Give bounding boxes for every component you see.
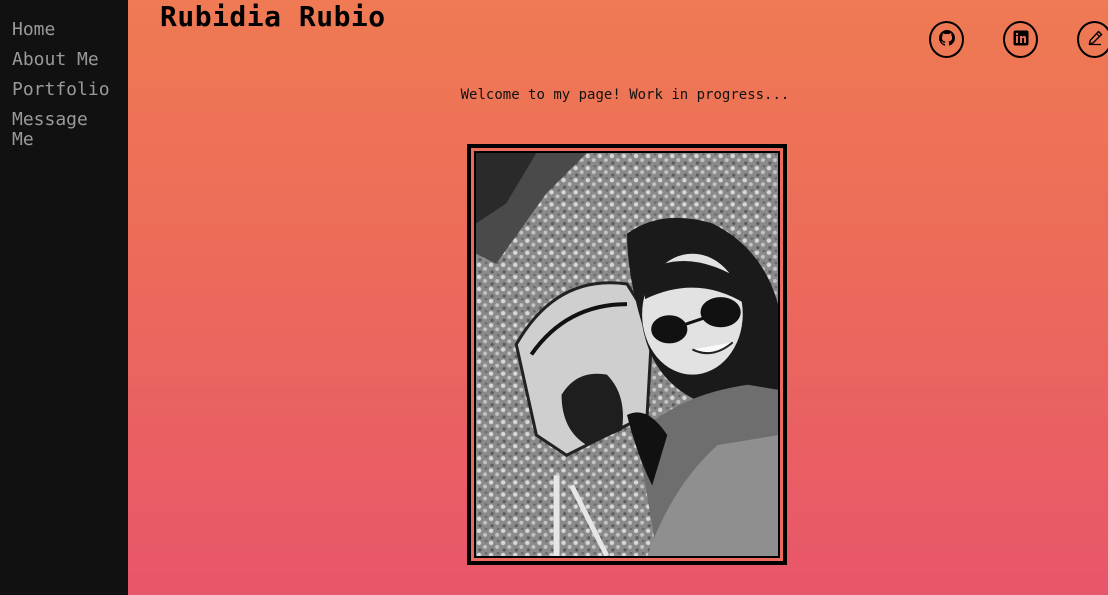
nav-item-about-me[interactable]: About Me (0, 50, 116, 70)
nav-item-message-me[interactable]: Message Me (0, 110, 116, 150)
social-links (929, 21, 1108, 58)
profile-photo-frame (467, 144, 787, 565)
linkedin-icon (1013, 30, 1029, 50)
profile-photo (474, 151, 780, 558)
linkedin-button[interactable] (1003, 21, 1038, 58)
sidebar-nav: Home About Me Portfolio Message Me (0, 0, 128, 595)
pencil-icon (1087, 29, 1103, 50)
blog-button[interactable] (1077, 21, 1108, 58)
welcome-message: Welcome to my page! Work in progress... (460, 87, 790, 103)
github-icon (938, 29, 955, 50)
nav-item-portfolio[interactable]: Portfolio (0, 80, 116, 100)
nav-item-home[interactable]: Home (0, 20, 116, 40)
page-title: Rubidia Rubio (160, 0, 386, 33)
github-button[interactable] (929, 21, 964, 58)
